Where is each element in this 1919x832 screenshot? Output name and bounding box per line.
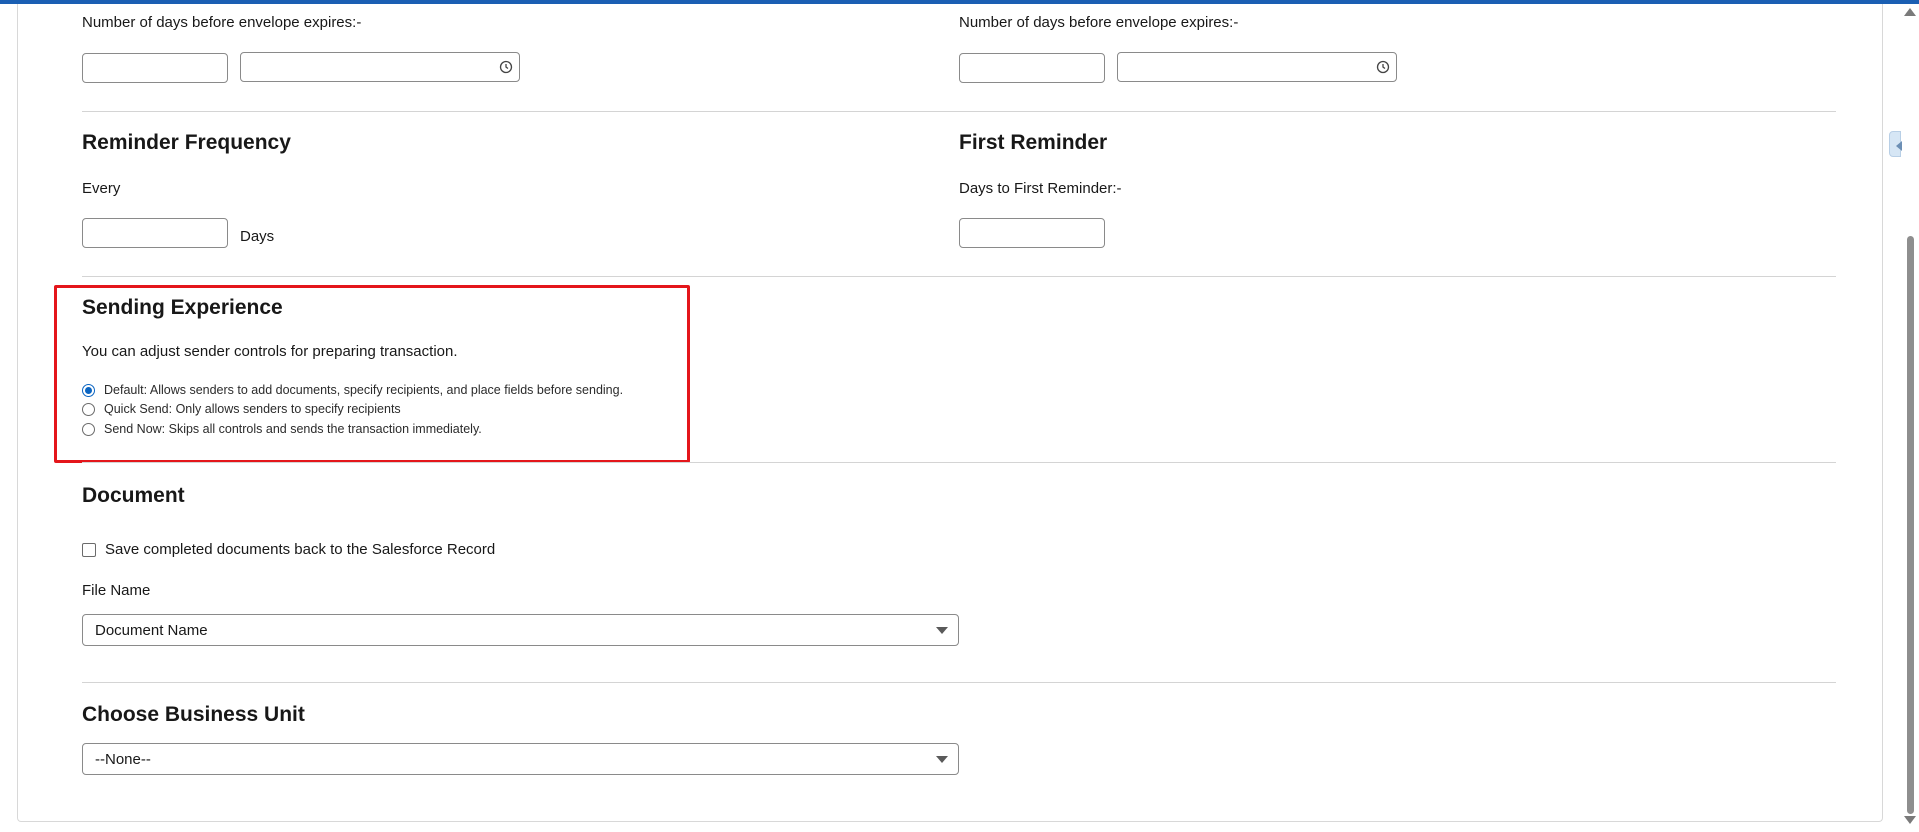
- expiration-days-input-left[interactable]: [82, 53, 228, 83]
- divider: [82, 111, 1836, 112]
- first-reminder-title: First Reminder: [959, 131, 1108, 154]
- scroll-up-icon[interactable]: [1904, 8, 1916, 16]
- business-unit-selected-value: --None--: [95, 750, 151, 768]
- chevron-down-icon: [936, 627, 948, 634]
- days-suffix-label: Days: [240, 228, 275, 245]
- document-title: Document: [82, 484, 185, 507]
- scrollbar-thumb[interactable]: [1907, 236, 1914, 814]
- divider: [82, 276, 1836, 277]
- expiration-time-input-left[interactable]: [240, 52, 520, 82]
- expiration-time-input-right[interactable]: [1117, 52, 1397, 82]
- chevron-down-icon: [936, 756, 948, 763]
- expiration-days-input-right[interactable]: [959, 53, 1105, 83]
- clock-icon[interactable]: [499, 60, 513, 74]
- file-name-label: File Name: [82, 582, 151, 599]
- reminder-frequency-title: Reminder Frequency: [82, 131, 291, 154]
- business-unit-title: Choose Business Unit: [82, 703, 305, 726]
- save-to-salesforce-option[interactable]: Save completed documents back to the Sal…: [82, 541, 495, 558]
- clock-icon[interactable]: [1376, 60, 1390, 74]
- file-name-selected-value: Document Name: [95, 621, 208, 639]
- expiration-label-right: Number of days before envelope expires:-: [959, 14, 1239, 31]
- file-name-select[interactable]: Document Name: [82, 614, 959, 646]
- save-to-salesforce-label: Save completed documents back to the Sal…: [105, 541, 496, 558]
- expiration-label-left: Number of days before envelope expires:-: [82, 14, 362, 31]
- side-panel-collapse-tab[interactable]: [1889, 131, 1902, 157]
- business-unit-select[interactable]: --None--: [82, 743, 959, 775]
- save-to-salesforce-checkbox[interactable]: [82, 542, 96, 557]
- first-reminder-input[interactable]: [959, 218, 1105, 248]
- days-to-first-reminder-label: Days to First Reminder:-: [959, 180, 1122, 197]
- reminder-frequency-input[interactable]: [82, 218, 228, 248]
- scroll-down-icon[interactable]: [1904, 816, 1916, 824]
- sending-experience-highlight-box: [54, 285, 690, 463]
- every-label: Every: [82, 180, 121, 197]
- divider: [82, 462, 1836, 463]
- divider: [82, 682, 1836, 683]
